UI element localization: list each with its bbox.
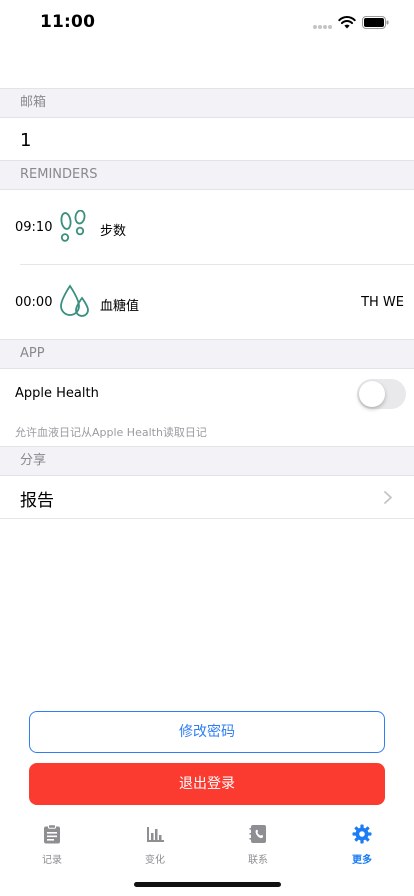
- tab-label: 更多: [352, 855, 372, 866]
- change-password-button[interactable]: 修改密码: [29, 711, 385, 753]
- logout-button[interactable]: 退出登录: [29, 763, 385, 805]
- share-section-header: 分享: [0, 446, 414, 476]
- reminders-list: 09:10 步数 00:00 血糖值 TH WE: [0, 190, 414, 340]
- battery-icon: [362, 16, 389, 29]
- email-row[interactable]: 1: [0, 118, 414, 160]
- app-section-header: APP: [0, 339, 414, 369]
- reminder-days: TH WE: [361, 295, 404, 310]
- apple-health-row: Apple Health 允许血液日记从Apple Health读取日记: [0, 369, 414, 446]
- apple-health-label: Apple Health: [15, 386, 99, 401]
- clipboard-icon: [44, 824, 60, 844]
- tab-records[interactable]: 记录: [0, 815, 104, 870]
- chevron-right-icon: [384, 491, 392, 504]
- email-section-header: 邮箱: [0, 88, 414, 118]
- contact-book-icon: [249, 825, 266, 843]
- email-value: 1: [20, 130, 32, 151]
- status-time: 11:00: [40, 12, 96, 32]
- report-label: 报告: [20, 491, 54, 511]
- signal-icon: [313, 25, 333, 30]
- footprints-icon: [60, 210, 86, 242]
- toggle-knob: [359, 381, 385, 407]
- reminder-label: 步数: [100, 224, 127, 239]
- reminders-section-header: REMINDERS: [0, 160, 414, 190]
- reminder-row-glucose[interactable]: 00:00 血糖值 TH WE: [0, 265, 414, 340]
- tab-contact[interactable]: 联系: [206, 815, 310, 870]
- tab-label: 记录: [42, 855, 62, 866]
- reminder-label: 血糖值: [100, 299, 140, 314]
- tab-label: 联系: [248, 855, 268, 866]
- tab-changes[interactable]: 变化: [103, 815, 207, 870]
- wifi-icon: [338, 16, 356, 29]
- apple-health-toggle[interactable]: [357, 379, 406, 409]
- gear-icon: [352, 824, 372, 844]
- tab-more[interactable]: 更多: [310, 815, 414, 870]
- reminder-time: 00:00: [15, 295, 53, 310]
- report-row[interactable]: 报告: [0, 476, 414, 519]
- blood-drop-icon: [60, 284, 89, 317]
- tab-label: 变化: [145, 855, 165, 866]
- bar-chart-icon: [147, 827, 164, 842]
- apple-health-note: 允许血液日记从Apple Health读取日记: [15, 426, 207, 439]
- home-indicator: [134, 882, 281, 887]
- status-bar: 11:00: [0, 0, 414, 48]
- reminder-time: 09:10: [15, 220, 53, 235]
- reminder-row-steps[interactable]: 09:10 步数: [0, 190, 414, 264]
